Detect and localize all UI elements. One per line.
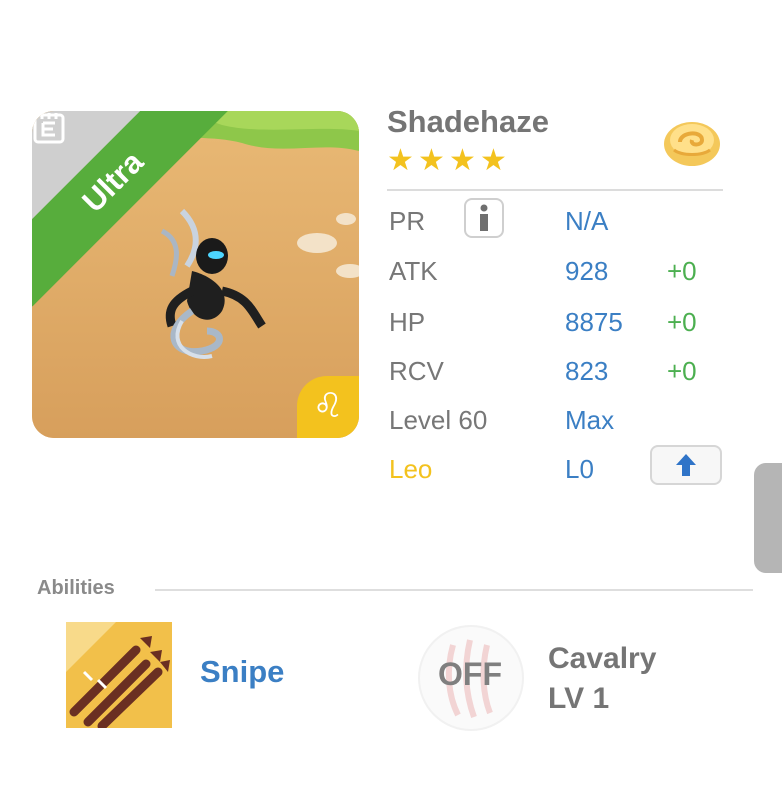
document-icon[interactable] xyxy=(32,111,66,145)
atk-value: 928 xyxy=(565,256,609,286)
hp-label: HP xyxy=(389,307,426,337)
pr-value: N/A xyxy=(565,206,609,236)
star-icon: ★ xyxy=(387,144,414,177)
arrow-up-icon xyxy=(676,454,696,476)
passive-ability-name: Cavalry xyxy=(548,642,657,675)
passive-ability-level: LV 1 xyxy=(548,682,610,715)
atk-label: ATK xyxy=(389,256,438,286)
active-ability-name[interactable]: Snipe xyxy=(200,654,284,690)
side-drawer-handle[interactable] xyxy=(754,463,782,573)
star-rating: ★ ★ ★ ★ xyxy=(387,144,508,177)
star-icon: ★ xyxy=(418,144,445,177)
zodiac-level: L0 xyxy=(565,454,594,484)
stats-divider xyxy=(387,189,723,191)
star-icon: ★ xyxy=(449,144,476,177)
leo-zodiac-icon: ♌ xyxy=(297,376,359,438)
info-icon xyxy=(480,204,488,231)
level-label: Level 60 xyxy=(389,405,488,435)
hp-value: 8875 xyxy=(565,307,623,337)
rcv-label: RCV xyxy=(389,356,444,386)
passive-toggle-status[interactable]: OFF xyxy=(438,656,502,693)
pr-label: PR xyxy=(389,206,426,236)
rcv-bonus: +0 xyxy=(667,356,697,386)
rcv-value: 823 xyxy=(565,356,609,386)
abilities-title: Abilities xyxy=(37,577,115,599)
monster-name: Shadehaze xyxy=(387,104,549,139)
abilities-divider xyxy=(155,589,753,591)
star-icon: ★ xyxy=(480,144,507,177)
cloud-orb-icon xyxy=(664,122,720,166)
zodiac-upgrade-button[interactable] xyxy=(650,445,722,485)
atk-bonus: +0 xyxy=(667,256,697,286)
info-button[interactable] xyxy=(464,198,504,238)
arrows-icon xyxy=(66,622,172,728)
level-value: Max xyxy=(565,405,615,435)
monster-portrait[interactable]: Ultra ♌ xyxy=(32,111,359,438)
snipe-ability-icon[interactable] xyxy=(66,622,172,728)
zodiac-label: Leo xyxy=(389,454,433,484)
hp-bonus: +0 xyxy=(667,307,697,337)
